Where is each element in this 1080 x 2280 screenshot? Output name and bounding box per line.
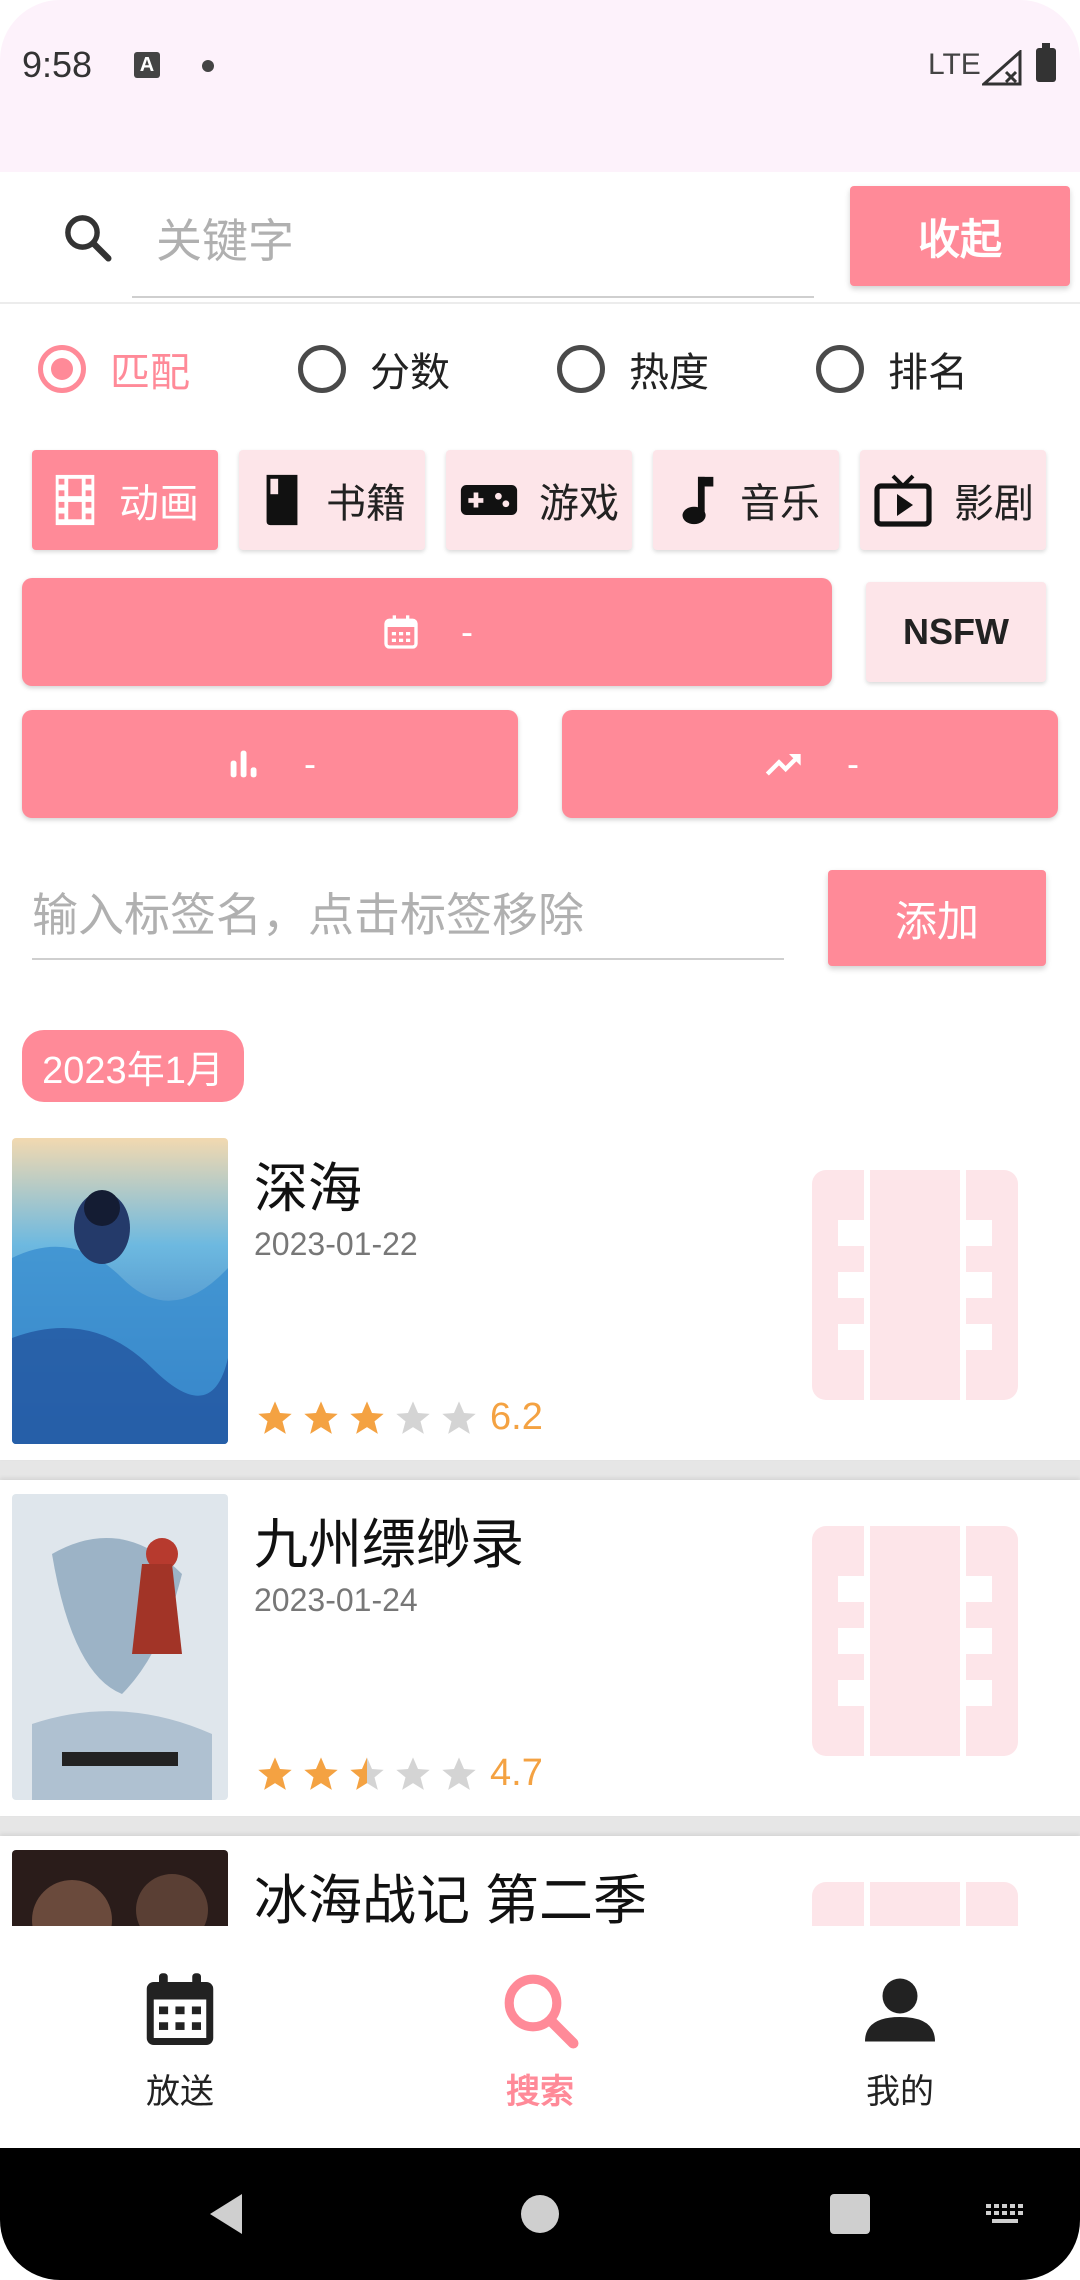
radio-label: 热度: [629, 351, 709, 395]
poster-image: [12, 1850, 228, 1926]
book-icon: [266, 474, 298, 526]
poster-image: [12, 1138, 228, 1444]
film-icon: [55, 474, 95, 526]
score-filter-value: -: [304, 743, 316, 784]
category-label: 游戏: [539, 482, 619, 526]
nav-broadcast[interactable]: 放送: [80, 1968, 280, 2113]
list-item[interactable]: 冰海战记 第二季: [0, 1836, 1080, 1926]
nav-profile[interactable]: 我的: [800, 1968, 1000, 2113]
category-music[interactable]: 音乐: [653, 450, 839, 550]
rating-score: 4.7: [490, 1752, 543, 1794]
trending-up-icon: [765, 754, 801, 776]
star-half-icon: [350, 1756, 384, 1790]
star-empty-icon: [396, 1400, 430, 1434]
trend-filter-value: -: [847, 743, 859, 784]
category-label: 音乐: [740, 482, 820, 526]
gamepad-icon: [460, 485, 518, 515]
calendar-icon: [146, 1973, 214, 2045]
tag-input[interactable]: [32, 872, 784, 960]
category-drama[interactable]: 影剧: [860, 450, 1046, 550]
result-title: 深海: [254, 1159, 362, 1219]
category-label: 动画: [119, 482, 199, 526]
radio-sort-score[interactable]: 分数: [298, 336, 450, 402]
star-empty-icon: [396, 1756, 430, 1790]
star-icon: [304, 1400, 338, 1434]
nav-label: 放送: [146, 2073, 214, 2111]
network-type: LTE: [928, 48, 981, 81]
keyboard-notification-icon: A: [134, 52, 160, 78]
star-icon: [304, 1756, 338, 1790]
month-chip[interactable]: 2023年1月: [22, 1030, 244, 1102]
film-placeholder-icon: [812, 1170, 1018, 1400]
date-filter-button[interactable]: -: [22, 578, 832, 686]
star-icon: [258, 1400, 292, 1434]
trend-filter-button[interactable]: -: [562, 710, 1058, 818]
battery-icon: [1036, 43, 1056, 82]
recents-icon[interactable]: [830, 2194, 870, 2234]
rating: 4.7: [254, 1752, 543, 1795]
search-icon: [504, 1974, 579, 2049]
result-title: 冰海战记 第二季: [254, 1871, 648, 1926]
divider: [0, 302, 1080, 304]
film-placeholder-icon: [812, 1526, 1018, 1756]
star-empty-icon: [442, 1756, 476, 1790]
radio-sort-rank[interactable]: 排名: [816, 336, 968, 402]
radio-sort-match[interactable]: 匹配: [38, 336, 190, 402]
list-item[interactable]: 深海 2023-01-22 6.2: [0, 1124, 1080, 1460]
status-bar: [0, 0, 1080, 172]
result-date: 2023-01-22: [254, 1226, 418, 1262]
category-label: 书籍: [326, 482, 406, 526]
bottom-navigation: 放送 搜索 我的: [0, 1926, 1080, 2148]
radio-sort-popularity[interactable]: 热度: [557, 336, 709, 402]
search-icon: [65, 215, 112, 262]
tv-icon: [874, 474, 932, 527]
radio-label: 分数: [370, 351, 450, 395]
music-note-icon: [682, 476, 714, 525]
signal-icon: [982, 50, 1022, 86]
radio-button-icon: [38, 345, 86, 393]
score-filter-button[interactable]: -: [22, 710, 518, 818]
date-filter-value: -: [461, 611, 473, 652]
star-icon: [350, 1400, 384, 1434]
result-date: 2023-01-24: [254, 1582, 418, 1618]
radio-button-icon: [816, 345, 864, 393]
nav-label: 我的: [866, 2073, 934, 2111]
home-icon[interactable]: [520, 2194, 560, 2234]
calendar-icon: [384, 615, 418, 649]
results-list[interactable]: 深海 2023-01-22 6.2 九州缥缈录 2023-01-24 4.7 冰…: [0, 1124, 1080, 1926]
notification-dot-icon: [202, 60, 214, 72]
poster-image: [12, 1494, 228, 1800]
category-books[interactable]: 书籍: [239, 450, 425, 550]
category-anime[interactable]: 动画: [32, 450, 218, 550]
film-placeholder-icon: [812, 1882, 1018, 1926]
star-icon: [258, 1756, 292, 1790]
rating: 6.2: [254, 1396, 543, 1439]
radio-button-icon: [298, 345, 346, 393]
nsfw-toggle[interactable]: NSFW: [866, 582, 1046, 682]
search-input[interactable]: [132, 186, 814, 298]
radio-button-icon: [557, 345, 605, 393]
radio-label: 排名: [888, 351, 968, 395]
add-tag-button[interactable]: 添加: [828, 870, 1046, 966]
nav-label: 搜索: [506, 2073, 574, 2111]
collapse-button[interactable]: 收起: [850, 186, 1070, 286]
status-time: 9:58: [22, 44, 93, 85]
bar-chart-icon: [230, 750, 257, 778]
list-item[interactable]: 九州缥缈录 2023-01-24 4.7: [0, 1480, 1080, 1816]
rating-score: 6.2: [490, 1396, 543, 1438]
keyboard-icon[interactable]: [986, 2204, 1028, 2228]
star-empty-icon: [442, 1400, 476, 1434]
system-navigation-bar: [0, 2148, 1080, 2280]
category-games[interactable]: 游戏: [446, 450, 632, 550]
category-label: 影剧: [954, 482, 1034, 526]
nav-search[interactable]: 搜索: [440, 1968, 640, 2113]
result-title: 九州缥缈录: [254, 1515, 524, 1575]
back-icon[interactable]: [206, 2192, 246, 2236]
person-icon: [865, 1978, 935, 2042]
radio-label: 匹配: [110, 351, 190, 395]
